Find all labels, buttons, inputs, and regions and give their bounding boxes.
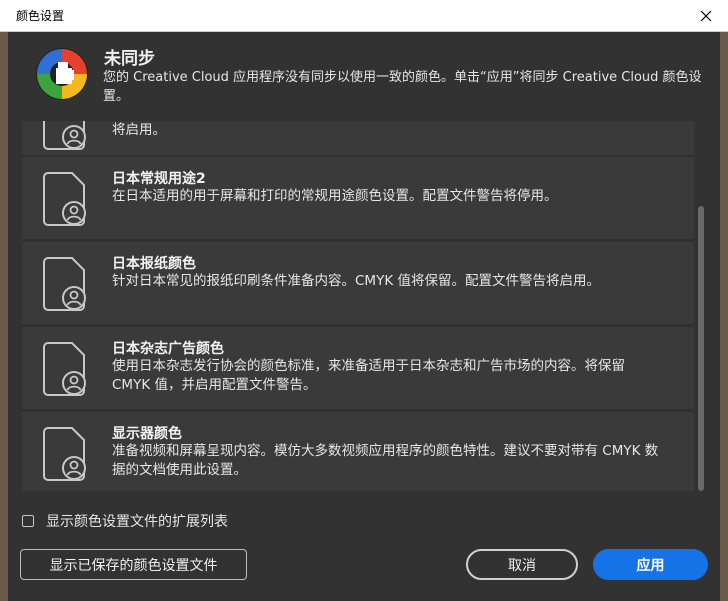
close-icon [700, 10, 712, 21]
list-item[interactable]: 将启用。 [22, 121, 694, 155]
close-button[interactable] [684, 0, 728, 31]
list-item-description: 准备视频和屏幕呈现内容。模仿大多数视频应用程序的颜色特性。建议不要对带有 CMY… [112, 443, 659, 478]
list-item[interactable]: 日本报纸颜色 针对日本常见的报纸印刷条件准备内容。CMYK 值将保留。配置文件警… [22, 242, 694, 324]
color-settings-dialog: 未同步 您的 Creative Cloud 应用程序没有同步以使用一致的颜色。单… [8, 32, 720, 601]
sync-status-header: 未同步 您的 Creative Cloud 应用程序没有同步以使用一致的颜色。单… [8, 32, 720, 114]
sync-title: 未同步 [104, 49, 155, 69]
window-titlebar: 颜色设置 [0, 0, 728, 32]
window-title: 颜色设置 [16, 9, 65, 23]
document-profile-icon [43, 342, 86, 396]
list-item-title: 显示器颜色 [112, 426, 182, 442]
background-edge-right [720, 32, 728, 601]
cancel-button[interactable]: 取消 [466, 549, 578, 580]
document-profile-icon [43, 172, 86, 226]
creative-cloud-color-sync-icon [36, 48, 88, 100]
list-item-description: 将启用。 [112, 122, 166, 138]
scrollbar-thumb[interactable] [698, 206, 704, 491]
list-item-description: 在日本适用的用于屏幕和打印的常规用途颜色设置。配置文件警告将停用。 [112, 188, 558, 204]
document-profile-icon [43, 121, 86, 150]
list-item-title: 日本杂志广告颜色 [112, 341, 224, 357]
color-settings-list[interactable]: 将启用。 日本常规用途2 在日本适用的用于屏幕和打印的常规用途颜色设置。配置文件… [22, 121, 694, 491]
list-item[interactable]: 显示器颜色 准备视频和屏幕呈现内容。模仿大多数视频应用程序的颜色特性。建议不要对… [22, 412, 694, 491]
expand-list-option[interactable]: 显示颜色设置文件的扩展列表 [22, 511, 228, 531]
expand-list-checkbox[interactable] [22, 515, 34, 527]
list-item-description: 使用日本杂志发行协会的颜色标准，来准备适用于日本杂志和广告市场的内容。将保留 C… [112, 358, 625, 393]
list-item-title: 日本报纸颜色 [112, 256, 196, 272]
show-saved-settings-button[interactable]: 显示已保存的颜色设置文件 [20, 549, 247, 580]
list-item-title: 日本常规用途2 [112, 171, 206, 187]
document-profile-icon [43, 257, 86, 311]
list-item[interactable]: 日本杂志广告颜色 使用日本杂志发行协会的颜色标准，来准备适用于日本杂志和广告市场… [22, 327, 694, 409]
document-profile-icon [43, 427, 86, 481]
background-edge-left [0, 32, 8, 601]
list-scrollbar[interactable] [697, 121, 705, 491]
list-item[interactable]: 日本常规用途2 在日本适用的用于屏幕和打印的常规用途颜色设置。配置文件警告将停用… [22, 157, 694, 239]
sync-description: 您的 Creative Cloud 应用程序没有同步以使用一致的颜色。单击“应用… [103, 70, 702, 104]
expand-list-label: 显示颜色设置文件的扩展列表 [46, 514, 228, 530]
apply-button[interactable]: 应用 [593, 549, 708, 580]
list-item-description: 针对日本常见的报纸印刷条件准备内容。CMYK 值将保留。配置文件警告将启用。 [112, 273, 600, 289]
